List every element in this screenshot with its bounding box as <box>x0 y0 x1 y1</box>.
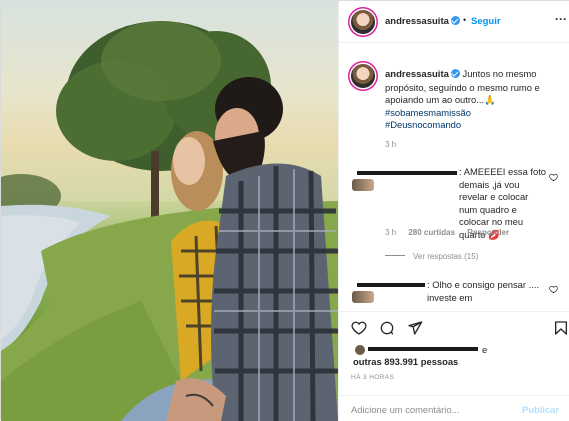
caption-username[interactable]: andressasuita <box>385 69 449 80</box>
caption-text: andressasuita Juntos no mesmo propósito,… <box>385 68 563 132</box>
commenter-avatar[interactable] <box>352 179 374 191</box>
author-username[interactable]: andressasuita <box>385 16 460 27</box>
more-options-icon[interactable]: ··· <box>555 13 567 25</box>
hashtag-link[interactable]: #sobamesmamissão <box>385 107 563 120</box>
hashtag-link[interactable]: #Deusnocomando <box>385 119 563 132</box>
bookmark-icon[interactable] <box>553 320 569 336</box>
comment-body: : Olho e consigo pensar .... investe em <box>427 279 540 303</box>
heart-icon[interactable] <box>351 320 367 336</box>
post-timestamp[interactable]: HÁ 3 HORAS <box>351 374 394 381</box>
caption-avatar[interactable] <box>351 64 375 88</box>
view-replies-button[interactable]: Ver respostas (15) <box>385 252 478 261</box>
comment-like-count[interactable]: 280 curtidas <box>408 228 455 237</box>
replies-divider <box>385 255 405 256</box>
heart-icon[interactable] <box>549 285 558 294</box>
comment-text: : Olho e consigo pensar .... investe em <box>427 279 547 304</box>
post-actions-bar <box>339 311 569 341</box>
likes-connector: e <box>482 344 488 355</box>
add-comment-bar: Adicione um comentário... Publicar <box>339 395 569 421</box>
comment-timestamp[interactable]: 3 h <box>385 228 396 237</box>
caption-timestamp[interactable]: 3 h <box>385 140 396 149</box>
commenter-avatar[interactable] <box>352 291 374 303</box>
follow-button[interactable]: Seguir <box>471 16 501 27</box>
comment-input[interactable]: Adicione um comentário... <box>351 404 459 415</box>
couple-by-river-image <box>1 1 338 421</box>
publish-button[interactable]: Publicar <box>522 404 559 415</box>
redacted-username <box>357 283 425 287</box>
heart-icon[interactable] <box>549 173 558 182</box>
verified-badge-icon <box>450 69 460 78</box>
liker-avatar[interactable] <box>355 345 365 355</box>
view-replies-label[interactable]: Ver respostas (15) <box>413 252 478 261</box>
likes-count[interactable]: outras 893.991 pessoas <box>353 356 458 368</box>
comment-icon[interactable] <box>379 320 395 336</box>
author-username-text[interactable]: andressasuita <box>385 16 449 27</box>
verified-badge-icon <box>450 16 460 25</box>
redacted-username <box>357 171 457 175</box>
post-header: andressasuita • Seguir ··· <box>339 1 569 43</box>
instagram-post-modal: andressasuita • Seguir ··· andressasuita… <box>0 0 569 421</box>
comment-meta: 3 h 280 curtidas Responder <box>385 228 519 237</box>
post-side-panel: andressasuita • Seguir ··· andressasuita… <box>338 1 569 421</box>
share-icon[interactable] <box>407 320 423 336</box>
redacted-liker-name <box>368 347 478 351</box>
reply-button[interactable]: Responder <box>467 228 509 237</box>
header-separator: • <box>463 15 467 25</box>
author-avatar[interactable] <box>351 10 375 34</box>
post-photo[interactable] <box>1 1 338 421</box>
